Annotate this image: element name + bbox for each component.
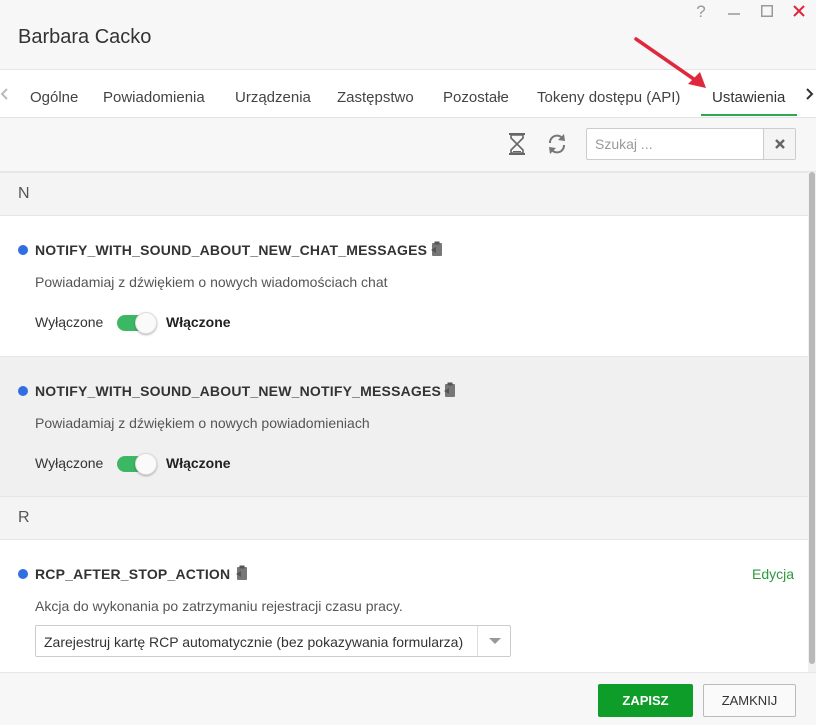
tabs-scroll-right-icon[interactable] <box>804 86 816 102</box>
toggle-knob <box>135 312 157 334</box>
toggle-switch[interactable] <box>117 453 157 475</box>
refresh-icon[interactable] <box>545 132 569 158</box>
setting-item: NOTIFY_WITH_SOUND_ABOUT_NEW_CHAT_MESSAGE… <box>0 216 808 356</box>
group-letter: R <box>18 509 30 526</box>
clipboard-copy-icon[interactable] <box>430 241 444 257</box>
tab-tokeny-dostepu[interactable]: Tokeny dostępu (API) <box>537 89 680 106</box>
search-input[interactable] <box>587 129 763 159</box>
toggle-on-label: Włączone <box>166 455 231 471</box>
settings-list: N NOTIFY_WITH_SOUND_ABOUT_NEW_CHAT_MESSA… <box>0 172 808 672</box>
minimize-icon[interactable] <box>724 2 744 19</box>
setting-status-dot <box>18 386 28 396</box>
content-scrollbar[interactable] <box>808 172 816 672</box>
tab-zastepstwo[interactable]: Zastępstwo <box>337 89 414 106</box>
tab-bar: Ogólne Powiadomienia Urządzenia Zastępst… <box>0 70 816 118</box>
group-header-n: N <box>0 172 808 216</box>
scrollbar-thumb[interactable] <box>809 172 815 664</box>
setting-status-dot <box>18 245 28 255</box>
settings-toolbar <box>0 118 816 172</box>
setting-item: RCP_AFTER_STOP_ACTION Edycja Akcja do wy… <box>0 540 808 672</box>
tabs-scroll-left-icon[interactable] <box>0 86 12 102</box>
close-button[interactable]: ZAMKNIJ <box>703 684 796 717</box>
tab-pozostale[interactable]: Pozostałe <box>443 89 509 106</box>
setting-key: RCP_AFTER_STOP_ACTION <box>35 566 231 582</box>
toggle-switch[interactable] <box>117 312 157 334</box>
window-title: Barbara Cacko <box>18 26 152 48</box>
edit-link[interactable]: Edycja <box>752 566 794 582</box>
setting-description: Powiadamiaj z dźwiękiem o nowych powiado… <box>35 415 370 431</box>
select-value: Zarejestruj kartę RCP automatycznie (bez… <box>44 634 464 650</box>
clear-x-icon[interactable] <box>763 129 795 159</box>
toggle-off-label: Wyłączone <box>35 455 104 471</box>
setting-key: NOTIFY_WITH_SOUND_ABOUT_NEW_NOTIFY_MESSA… <box>35 383 442 399</box>
active-tab-indicator <box>701 114 797 116</box>
toggle-on-label: Włączone <box>166 314 231 330</box>
group-header-r: R <box>0 496 808 540</box>
setting-status-dot <box>18 569 28 579</box>
setting-item: NOTIFY_WITH_SOUND_ABOUT_NEW_NOTIFY_MESSA… <box>0 356 808 496</box>
window-titlebar: Barbara Cacko ? <box>0 0 816 70</box>
setting-description: Akcja do wykonania po zatrzymaniu rejest… <box>35 598 403 614</box>
dialog-footer: ZAPISZ ZAMKNIJ <box>0 672 816 725</box>
tab-ustawienia[interactable]: Ustawienia <box>712 89 785 106</box>
tab-powiadomienia[interactable]: Powiadomienia <box>103 89 205 106</box>
search-box <box>586 128 796 160</box>
toggle-knob <box>135 453 157 475</box>
group-letter: N <box>18 185 30 202</box>
chevron-down-icon[interactable] <box>477 626 511 656</box>
tab-urzadzenia[interactable]: Urządzenia <box>235 89 311 106</box>
clipboard-copy-icon[interactable] <box>443 382 457 398</box>
toggle-off-label: Wyłączone <box>35 314 104 330</box>
setting-key: NOTIFY_WITH_SOUND_ABOUT_NEW_CHAT_MESSAGE… <box>35 242 428 258</box>
maximize-icon[interactable] <box>757 2 777 17</box>
close-icon[interactable] <box>789 2 809 17</box>
clipboard-copy-icon[interactable] <box>235 565 249 581</box>
action-select[interactable]: Zarejestruj kartę RCP automatycznie (bez… <box>35 625 511 657</box>
save-button[interactable]: ZAPISZ <box>598 684 693 717</box>
tab-ogolne[interactable]: Ogólne <box>30 89 78 106</box>
hourglass-icon[interactable] <box>507 132 531 158</box>
help-button[interactable]: ? <box>691 2 711 22</box>
setting-description: Powiadamiaj z dźwiękiem o nowych wiadomo… <box>35 274 388 290</box>
